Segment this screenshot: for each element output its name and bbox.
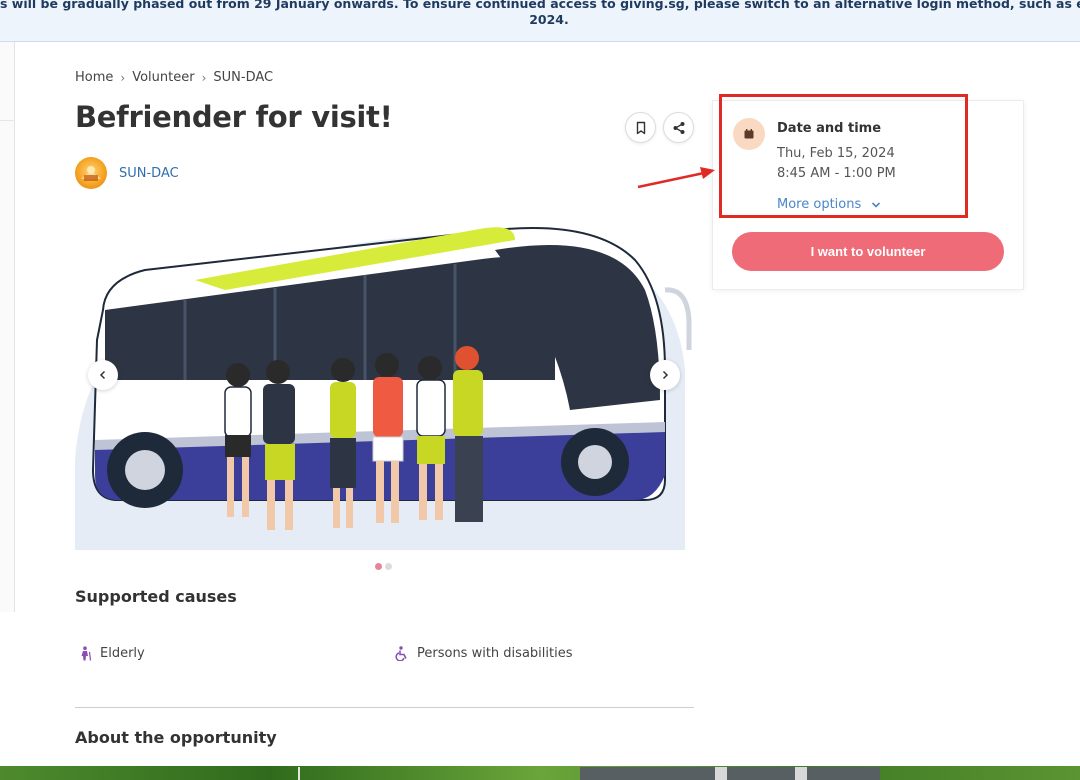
breadcrumb-volunteer[interactable]: Volunteer bbox=[132, 70, 194, 85]
about-heading: About the opportunity bbox=[75, 728, 277, 747]
breadcrumb: Home › Volunteer › SUN-DAC bbox=[75, 70, 273, 85]
organization-link[interactable]: SUN-DAC bbox=[75, 157, 179, 189]
cause-label: Elderly bbox=[100, 646, 145, 661]
breadcrumb-home[interactable]: Home bbox=[75, 70, 113, 85]
share-icon bbox=[673, 121, 684, 134]
side-panel-divider bbox=[0, 120, 15, 121]
carousel-dot-1[interactable] bbox=[375, 563, 382, 570]
footer-photo-strip bbox=[0, 766, 1080, 780]
volunteer-button[interactable]: I want to volunteer bbox=[732, 232, 1004, 271]
carousel-indicators bbox=[375, 563, 392, 570]
supported-causes-heading: Supported causes bbox=[75, 587, 237, 606]
page-title: Befriender for visit! bbox=[75, 100, 393, 134]
carousel-next-button[interactable] bbox=[650, 360, 680, 390]
side-panel-edge bbox=[0, 42, 15, 612]
cause-label: Persons with disabilities bbox=[417, 646, 573, 661]
share-button[interactable] bbox=[663, 112, 694, 143]
annotation-arrow bbox=[637, 167, 715, 189]
wheelchair-icon bbox=[395, 646, 407, 661]
section-divider bbox=[75, 707, 694, 708]
breadcrumb-current: SUN-DAC bbox=[213, 70, 274, 85]
organization-avatar bbox=[75, 157, 107, 189]
banner-text-line-1: s will be gradually phased out from 29 J… bbox=[0, 0, 1080, 11]
bookmark-icon bbox=[636, 121, 645, 134]
chevron-right-icon: › bbox=[120, 70, 126, 85]
bookmark-button[interactable] bbox=[625, 112, 656, 143]
organization-name: SUN-DAC bbox=[119, 165, 179, 181]
chevron-right-icon: › bbox=[201, 70, 207, 85]
elderly-icon bbox=[81, 646, 92, 661]
announcement-banner: s will be gradually phased out from 29 J… bbox=[0, 0, 1080, 42]
annotation-highlight-box bbox=[719, 94, 968, 218]
banner-text-line-2: 2024. bbox=[529, 12, 569, 27]
bus-illustration bbox=[75, 227, 692, 550]
chevron-left-icon bbox=[99, 370, 106, 380]
cause-disabilities: Persons with disabilities bbox=[394, 646, 572, 661]
carousel-prev-button[interactable] bbox=[88, 360, 118, 390]
hero-image bbox=[75, 200, 694, 550]
carousel-dot-2[interactable] bbox=[385, 563, 392, 570]
chevron-right-icon bbox=[662, 370, 669, 380]
cause-elderly: Elderly bbox=[79, 646, 145, 661]
